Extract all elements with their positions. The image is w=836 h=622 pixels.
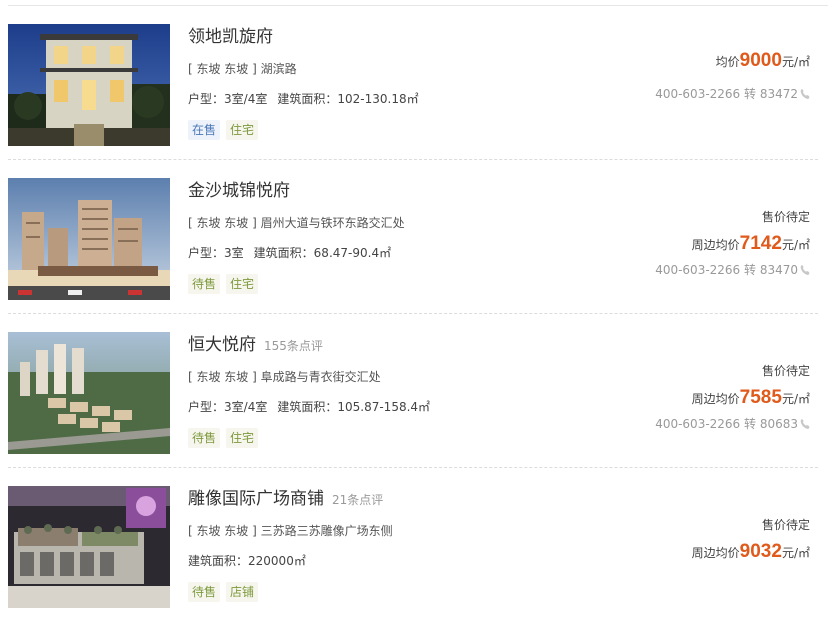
phone-icon: [800, 419, 810, 429]
price-label: 周边均价: [691, 392, 740, 406]
price-status: 售价待定: [761, 364, 810, 378]
price-value: 7585: [739, 387, 782, 408]
status-tag: 待售: [188, 582, 221, 602]
area-label: 建筑面积：: [277, 400, 338, 414]
listing-item[interactable]: 恒大悦府 155条点评 [ 东坡 东坡 ] 阜成路与青衣街交汇处 户型：3室/4…: [0, 314, 836, 468]
phone-number[interactable]: 400-603-2266 转 83470: [655, 263, 798, 277]
status-tag: 待售: [188, 274, 221, 294]
tower-rendering: [8, 178, 170, 300]
price-line: 周边均价9032元/㎡: [580, 541, 810, 563]
listing-title[interactable]: 雕像国际广场商铺: [188, 484, 324, 509]
villa-night-photo: [8, 24, 170, 146]
type-tag: 店铺: [226, 582, 259, 602]
area-label: 建筑面积：: [188, 554, 249, 568]
layout-value: 3室/4室: [224, 400, 268, 414]
area-label: 建筑面积：: [253, 246, 314, 260]
listing-specs: 户型：3室/4室 建筑面积：105.87-158.4㎡: [188, 398, 606, 415]
phone-line[interactable]: 400-603-2266 转 83470: [580, 261, 810, 278]
price-label: 均价: [715, 55, 740, 69]
area-value: 68.47-90.4㎡: [313, 246, 392, 260]
price-unit: 元/㎡: [781, 238, 810, 252]
listing-address: [ 东坡 东坡 ] 三苏路三苏雕像广场东侧: [188, 524, 393, 538]
area-value: 102-130.18㎡: [337, 92, 419, 106]
listing-title[interactable]: 恒大悦府: [188, 330, 256, 355]
layout-value: 3室/4室: [224, 92, 268, 106]
listing-thumbnail[interactable]: [8, 24, 170, 146]
area-value: 220000㎡: [248, 554, 306, 568]
phone-icon: [800, 265, 810, 275]
sales-model-photo: [8, 486, 170, 608]
area-value: 105.87-158.4㎡: [337, 400, 431, 414]
listing-address: [ 东坡 东坡 ] 眉州大道与铁环东路交汇处: [188, 216, 405, 230]
listing-item[interactable]: 雕像国际广场商铺 21条点评 [ 东坡 东坡 ] 三苏路三苏雕像广场东侧 建筑面…: [0, 468, 836, 622]
layout-label: 户型：: [188, 92, 225, 106]
phone-number[interactable]: 400-603-2266 转 83472: [655, 87, 798, 101]
price-value: 7142: [739, 233, 782, 254]
layout-value: 3室: [224, 246, 244, 260]
price-line: 均价9000元/㎡: [580, 50, 810, 72]
price-status: 售价待定: [761, 210, 810, 224]
status-tag: 在售: [188, 120, 221, 140]
listing-thumbnail[interactable]: [8, 332, 170, 454]
phone-number[interactable]: 400-603-2266 转 80683: [655, 417, 798, 431]
type-tag: 住宅: [226, 428, 259, 448]
listing-address: [ 东坡 东坡 ] 湖滨路: [188, 62, 297, 76]
price-line: 周边均价7142元/㎡: [580, 233, 810, 255]
price-value: 9032: [739, 541, 782, 562]
phone-line[interactable]: 400-603-2266 转 80683: [580, 415, 810, 432]
type-tag: 住宅: [226, 274, 259, 294]
layout-label: 户型：: [188, 246, 225, 260]
listing-specs: 户型：3室 建筑面积：68.47-90.4㎡: [188, 244, 606, 261]
listing-thumbnail[interactable]: [8, 178, 170, 300]
listing-specs: 户型：3室/4室 建筑面积：102-130.18㎡: [188, 90, 606, 107]
price-unit: 元/㎡: [781, 546, 810, 560]
area-label: 建筑面积：: [277, 92, 338, 106]
review-count[interactable]: 155条点评: [264, 337, 323, 354]
listing-thumbnail[interactable]: [8, 486, 170, 608]
price-status: 售价待定: [761, 518, 810, 532]
review-count[interactable]: 21条点评: [332, 491, 383, 508]
price-label: 周边均价: [691, 238, 740, 252]
price-line: 周边均价7585元/㎡: [580, 387, 810, 409]
status-tag: 待售: [188, 428, 221, 448]
phone-line[interactable]: 400-603-2266 转 83472: [580, 85, 810, 102]
price-value: 9000: [739, 50, 782, 71]
listing-title[interactable]: 领地凯旋府: [188, 22, 273, 47]
phone-icon: [800, 89, 810, 99]
listing-item[interactable]: 金沙城锦悦府 [ 东坡 东坡 ] 眉州大道与铁环东路交汇处 户型：3室 建筑面积：…: [0, 160, 836, 314]
listing-title[interactable]: 金沙城锦悦府: [188, 176, 290, 201]
aerial-complex-rendering: [8, 332, 170, 454]
layout-label: 户型：: [188, 400, 225, 414]
listing-item[interactable]: 领地凯旋府 [ 东坡 东坡 ] 湖滨路 户型：3室/4室 建筑面积：102-130…: [0, 6, 836, 160]
price-unit: 元/㎡: [781, 55, 810, 69]
price-label: 周边均价: [691, 546, 740, 560]
type-tag: 住宅: [226, 120, 259, 140]
listing-specs: 建筑面积：220000㎡: [188, 552, 606, 569]
listing-address: [ 东坡 东坡 ] 阜成路与青衣街交汇处: [188, 370, 381, 384]
price-unit: 元/㎡: [781, 392, 810, 406]
